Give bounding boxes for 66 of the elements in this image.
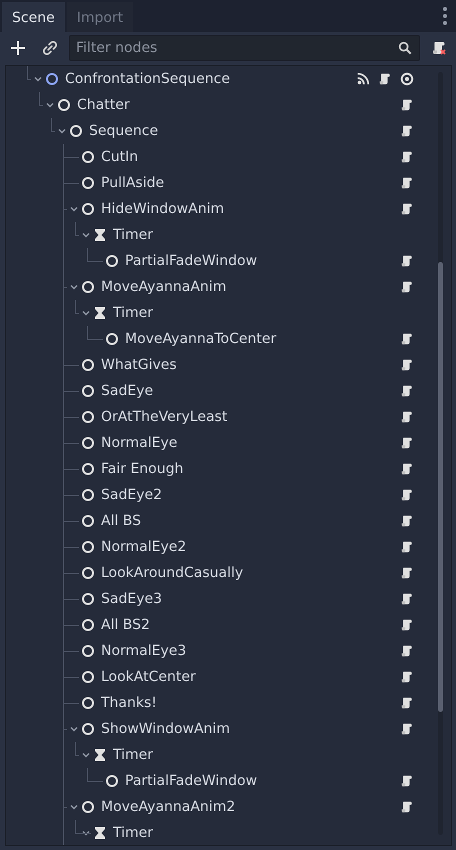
script-icon[interactable]: [400, 488, 414, 502]
script-icon[interactable]: [400, 254, 414, 268]
more-menu-icon[interactable]: [442, 6, 448, 26]
node-name[interactable]: PartialFadeWindow: [125, 253, 400, 269]
node-name[interactable]: OrAtTheVeryLeast: [101, 409, 400, 425]
script-icon[interactable]: [378, 72, 392, 86]
script-icon[interactable]: [400, 124, 414, 138]
script-icon[interactable]: [400, 514, 414, 528]
plus-icon: [10, 40, 26, 56]
node-name[interactable]: CutIn: [101, 149, 400, 165]
node-name[interactable]: NormalEye3: [101, 643, 400, 659]
script-icon[interactable]: [400, 722, 414, 736]
node-name[interactable]: SadEye: [101, 383, 400, 399]
script-icon[interactable]: [400, 410, 414, 424]
node-name[interactable]: Fair Enough: [101, 461, 400, 477]
scrollbar[interactable]: [438, 72, 443, 835]
node-name[interactable]: PartialFadeWindow: [125, 773, 400, 789]
filter-field[interactable]: Filter nodes: [69, 35, 420, 61]
node-name[interactable]: LookAtCenter: [101, 669, 400, 685]
script-icon[interactable]: [400, 98, 414, 112]
node-name[interactable]: Chatter: [77, 97, 400, 113]
script-icon[interactable]: [400, 150, 414, 164]
node-name[interactable]: Sequence: [89, 123, 400, 139]
link-icon: [43, 41, 57, 55]
script-icon[interactable]: [400, 280, 414, 294]
script-icon[interactable]: [400, 696, 414, 710]
node-name[interactable]: MoveAyannaToCenter: [125, 331, 400, 347]
node-name[interactable]: All BS: [101, 513, 400, 529]
node-name[interactable]: MoveAyannaAnim2: [101, 799, 400, 815]
script-icon[interactable]: [400, 202, 414, 216]
node-name[interactable]: SadEye3: [101, 591, 400, 607]
node-name[interactable]: NormalEye2: [101, 539, 400, 555]
script-icon[interactable]: [400, 566, 414, 580]
node-name[interactable]: ShowWindowAnim: [101, 721, 400, 737]
node-name[interactable]: SadEye2: [101, 487, 400, 503]
script-icon[interactable]: [400, 618, 414, 632]
script-remove-icon: [431, 40, 447, 56]
node-name[interactable]: LookAroundCasually: [101, 565, 400, 581]
script-icon[interactable]: [400, 644, 414, 658]
script-icon[interactable]: [400, 670, 414, 684]
node-name[interactable]: Timer: [113, 305, 414, 321]
node-name[interactable]: HideWindowAnim: [101, 201, 400, 217]
script-icon[interactable]: [400, 462, 414, 476]
script-icon[interactable]: [400, 384, 414, 398]
script-icon[interactable]: [400, 800, 414, 814]
tab[interactable]: Scene: [2, 2, 65, 32]
node-name[interactable]: ConfrontationSequence: [65, 71, 356, 87]
node-name[interactable]: PullAside: [101, 175, 400, 191]
script-icon[interactable]: [400, 358, 414, 372]
script-icon[interactable]: [400, 592, 414, 606]
node-name[interactable]: Timer: [113, 825, 414, 841]
script-icon[interactable]: [400, 332, 414, 346]
signal-icon[interactable]: [356, 72, 370, 86]
script-icon[interactable]: [400, 540, 414, 554]
node-name[interactable]: Thanks!: [101, 695, 400, 711]
node-name[interactable]: NormalEye: [101, 435, 400, 451]
script-icon[interactable]: [400, 176, 414, 190]
node-name[interactable]: All BS2: [101, 617, 400, 633]
eye-icon[interactable]: [400, 72, 414, 86]
node-name[interactable]: Timer: [113, 747, 414, 763]
search-icon: [398, 41, 412, 55]
script-icon[interactable]: [400, 774, 414, 788]
node-name[interactable]: Timer: [113, 227, 414, 243]
script-icon[interactable]: [400, 436, 414, 450]
node-name[interactable]: WhatGives: [101, 357, 400, 373]
node-name[interactable]: MoveAyannaAnim: [101, 279, 400, 295]
